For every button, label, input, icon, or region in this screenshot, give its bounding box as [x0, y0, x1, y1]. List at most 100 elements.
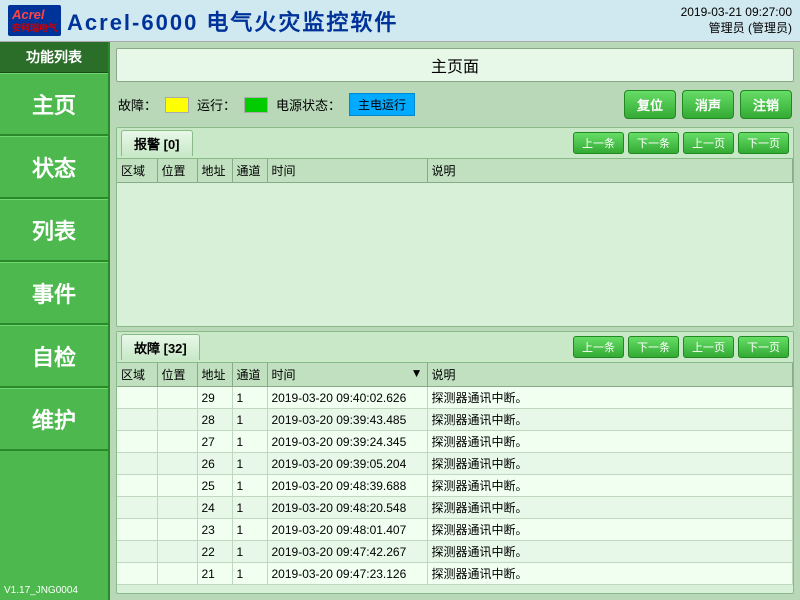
sidebar-item-events[interactable]: 事件 — [0, 262, 108, 325]
fault-region — [117, 387, 157, 409]
fault-col-channel: 通道 — [232, 363, 267, 387]
alarm-prev-btn[interactable]: 上一条 — [573, 132, 624, 154]
content-area: 主页面 故障： 运行： 电源状态： 主电运行 复位 消声 注销 报警 [0] 上… — [110, 42, 800, 600]
fault-channel: 1 — [232, 475, 267, 497]
status-row: 故障： 运行： 电源状态： 主电运行 复位 消声 注销 — [116, 86, 794, 123]
header-info: 2019-03-21 09:27:00 管理员 (管理员) — [681, 5, 792, 36]
run-indicator — [244, 97, 268, 113]
fault-region — [117, 409, 157, 431]
fault-desc: 探测器通讯中断。 — [427, 475, 793, 497]
fault-table-row[interactable]: 28 1 2019-03-20 09:39:43.485 探测器通讯中断。 — [117, 409, 793, 431]
fault-time: 2019-03-20 09:48:20.548 — [267, 497, 427, 519]
fault-address: 28 — [197, 409, 232, 431]
fault-address: 21 — [197, 563, 232, 585]
run-label: 运行： — [197, 95, 236, 114]
fault-location — [157, 475, 197, 497]
power-value: 主电运行 — [349, 93, 415, 116]
fault-time: 2019-03-20 09:47:42.267 — [267, 541, 427, 563]
fault-location — [157, 431, 197, 453]
fault-table-row[interactable]: 25 1 2019-03-20 09:48:39.688 探测器通讯中断。 — [117, 475, 793, 497]
fault-address: 22 — [197, 541, 232, 563]
fault-address: 29 — [197, 387, 232, 409]
fault-address: 25 — [197, 475, 232, 497]
fault-col-time: 时间▼ — [267, 363, 427, 387]
sidebar-header: 功能列表 — [0, 42, 108, 73]
fault-channel: 1 — [232, 497, 267, 519]
logo-subtext: 安科瑞电气 — [12, 23, 57, 34]
fault-region — [117, 453, 157, 475]
alarm-tab[interactable]: 报警 [0] — [121, 130, 193, 156]
fault-table-row[interactable]: 29 1 2019-03-20 09:40:02.626 探测器通讯中断。 — [117, 387, 793, 409]
reset-button[interactable]: 复位 — [624, 90, 676, 119]
fault-time: 2019-03-20 09:48:01.407 — [267, 519, 427, 541]
fault-table: 区域 位置 地址 通道 时间▼ 说明 29 1 2019-03-20 09:40… — [117, 363, 793, 585]
fault-channel: 1 — [232, 453, 267, 475]
alarm-next-btn[interactable]: 下一条 — [628, 132, 679, 154]
fault-table-row[interactable]: 24 1 2019-03-20 09:48:20.548 探测器通讯中断。 — [117, 497, 793, 519]
fault-time: 2019-03-20 09:48:39.688 — [267, 475, 427, 497]
sort-arrow-icon: ▼ — [411, 366, 423, 380]
fault-indicator — [165, 97, 189, 113]
page-title: 主页面 — [116, 48, 794, 82]
fault-table-row[interactable]: 23 1 2019-03-20 09:48:01.407 探测器通讯中断。 — [117, 519, 793, 541]
datetime: 2019-03-21 09:27:00 — [681, 5, 792, 19]
fault-table-row[interactable]: 21 1 2019-03-20 09:47:23.126 探测器通讯中断。 — [117, 563, 793, 585]
fault-location — [157, 453, 197, 475]
version-label: V1.17_JNG0004 — [0, 581, 108, 600]
alarm-col-channel: 通道 — [232, 159, 267, 183]
fault-tab[interactable]: 故障 [32] — [121, 334, 200, 360]
fault-time: 2019-03-20 09:47:23.126 — [267, 563, 427, 585]
fault-region — [117, 431, 157, 453]
fault-desc: 探测器通讯中断。 — [427, 431, 793, 453]
power-label: 电源状态： — [276, 95, 341, 114]
fault-table-row[interactable]: 26 1 2019-03-20 09:39:05.204 探测器通讯中断。 — [117, 453, 793, 475]
fault-table-row[interactable]: 27 1 2019-03-20 09:39:24.345 探测器通讯中断。 — [117, 431, 793, 453]
fault-col-location: 位置 — [157, 363, 197, 387]
cancel-button[interactable]: 注销 — [740, 90, 792, 119]
sidebar-item-selfcheck[interactable]: 自检 — [0, 325, 108, 388]
fault-address: 23 — [197, 519, 232, 541]
fault-region — [117, 519, 157, 541]
sidebar-item-maintenance[interactable]: 维护 — [0, 388, 108, 451]
fault-time: 2019-03-20 09:39:05.204 — [267, 453, 427, 475]
alarm-table: 区域 位置 地址 通道 时间 说明 — [117, 159, 793, 183]
fault-address: 24 — [197, 497, 232, 519]
alarm-col-desc: 说明 — [427, 159, 793, 183]
sidebar-item-status[interactable]: 状态 — [0, 136, 108, 199]
fault-region — [117, 563, 157, 585]
fault-region — [117, 497, 157, 519]
fault-prev-btn[interactable]: 上一条 — [573, 336, 624, 358]
fault-col-address: 地址 — [197, 363, 232, 387]
user-info: 管理员 (管理员) — [681, 19, 792, 36]
fault-channel: 1 — [232, 563, 267, 585]
alarm-col-time: 时间 — [267, 159, 427, 183]
fault-location — [157, 409, 197, 431]
fault-time: 2019-03-20 09:39:43.485 — [267, 409, 427, 431]
alarm-prev-page-btn[interactable]: 上一页 — [683, 132, 734, 154]
fault-address: 27 — [197, 431, 232, 453]
fault-channel: 1 — [232, 519, 267, 541]
fault-location — [157, 541, 197, 563]
fault-table-row[interactable]: 22 1 2019-03-20 09:47:42.267 探测器通讯中断。 — [117, 541, 793, 563]
fault-next-btn[interactable]: 下一条 — [628, 336, 679, 358]
fault-desc: 探测器通讯中断。 — [427, 541, 793, 563]
app-title: Acrel-6000 电气火灾监控软件 — [67, 5, 398, 37]
fault-col-region: 区域 — [117, 363, 157, 387]
fault-location — [157, 497, 197, 519]
sidebar: 功能列表 主页 状态 列表 事件 自检 维护 V1.17_JNG0004 — [0, 42, 110, 600]
fault-next-page-btn[interactable]: 下一页 — [738, 336, 789, 358]
alarm-col-location: 位置 — [157, 159, 197, 183]
fault-desc: 探测器通讯中断。 — [427, 409, 793, 431]
fault-desc: 探测器通讯中断。 — [427, 563, 793, 585]
fault-nav-buttons: 上一条 下一条 上一页 下一页 — [573, 336, 789, 358]
fault-channel: 1 — [232, 387, 267, 409]
fault-time: 2019-03-20 09:39:24.345 — [267, 431, 427, 453]
sidebar-item-home[interactable]: 主页 — [0, 73, 108, 136]
alarm-col-address: 地址 — [197, 159, 232, 183]
mute-button[interactable]: 消声 — [682, 90, 734, 119]
sidebar-item-list[interactable]: 列表 — [0, 199, 108, 262]
alarm-next-page-btn[interactable]: 下一页 — [738, 132, 789, 154]
fault-location — [157, 519, 197, 541]
logo-text: Acrel — [12, 7, 57, 23]
fault-prev-page-btn[interactable]: 上一页 — [683, 336, 734, 358]
